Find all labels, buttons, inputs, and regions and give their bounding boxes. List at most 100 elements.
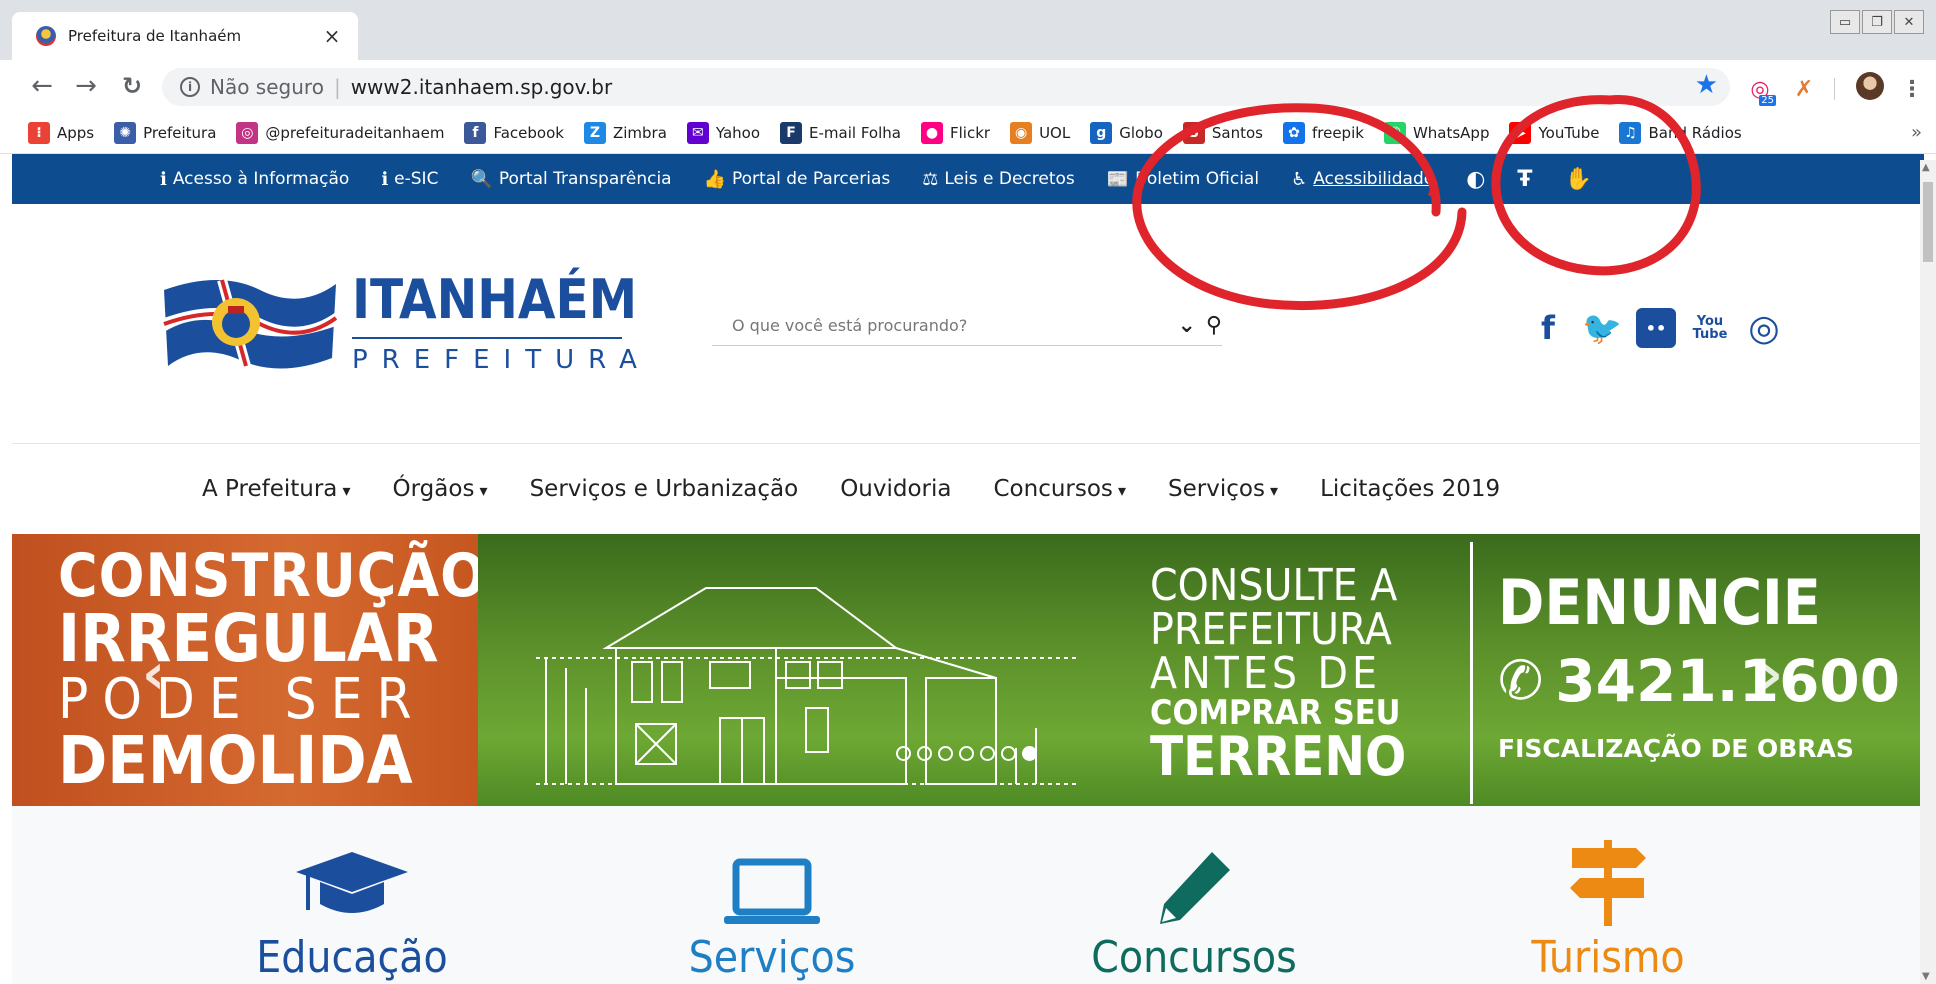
category-servicos[interactable]: Serviços — [622, 806, 922, 984]
site-brand[interactable]: ITANHAÉM PREFEITURA — [352, 268, 651, 375]
nav-label: Serviços e Urbanização — [529, 476, 799, 502]
bookmark-santos[interactable]: S Santos — [1182, 121, 1263, 144]
bookmark-label: Apps — [57, 123, 95, 142]
chevron-down-icon[interactable]: ⌄ — [1177, 313, 1195, 338]
apps-grid-icon: ⁝ — [28, 121, 50, 144]
nav-item-a-prefeitura[interactable]: A Prefeitura ▾ — [202, 476, 351, 502]
address-bar[interactable]: i Não seguro | www2.itanhaem.sp.gov.br ★ — [162, 68, 1730, 106]
topbar-link-acesso-a-informacao[interactable]: ℹ Acesso à Informação — [160, 169, 349, 190]
bookmark-prefeitura[interactable]: ✺ Prefeitura — [114, 121, 217, 144]
carousel-dot[interactable] — [1022, 746, 1037, 761]
bookmarks-more-button[interactable]: » — [1911, 122, 1922, 143]
bookmark-flickr[interactable]: ● Flickr — [920, 121, 990, 144]
contrast-toggle-icon[interactable]: ◐ — [1466, 167, 1485, 192]
page-scrollbar[interactable]: ▲ ▼ — [1920, 160, 1936, 984]
bookmark-whatsapp[interactable]: ✆ WhatsApp — [1383, 121, 1490, 144]
extension-icon[interactable]: ◎ 25 — [1746, 76, 1776, 106]
font-size-icon[interactable]: Ŧ — [1517, 167, 1532, 192]
minimize-button[interactable]: ▭ — [1830, 10, 1860, 34]
carousel-indicators — [896, 746, 1037, 761]
thumbs-up-icon: 👍 — [703, 168, 727, 190]
bookmark-e-mail-folha[interactable]: F E-mail Folha — [780, 121, 901, 144]
profile-avatar[interactable] — [1856, 72, 1884, 100]
carousel-dot[interactable] — [1001, 746, 1016, 761]
nav-item-licitacoes-2019[interactable]: Licitações 2019 — [1320, 476, 1500, 502]
carousel-dot[interactable] — [959, 746, 974, 761]
scrollbar-thumb[interactable] — [1923, 182, 1933, 262]
topbar-label: Acesso à Informação — [172, 169, 350, 189]
browser-tab[interactable]: Prefeitura de Itanhaém × — [12, 12, 358, 60]
facebook-icon[interactable]: f — [1528, 308, 1568, 348]
hero-banner[interactable]: CONSTRUÇÃO IRREGULAR PODE SER DEMOLIDA C… — [12, 534, 1924, 806]
page-content: ℹ Acesso à Informação ℹ e-SIC 🔍 Portal Transp… — [12, 154, 1924, 984]
carousel-dot[interactable] — [980, 746, 995, 761]
instagram-icon[interactable]: ◎ — [1744, 308, 1784, 349]
bookmark-label: E-mail Folha — [809, 123, 901, 142]
scroll-up-icon[interactable]: ▲ — [1922, 162, 1930, 173]
tools-extension-icon[interactable]: ✗ — [1790, 76, 1818, 102]
itanhaem-flag-logo[interactable] — [160, 266, 340, 384]
youtube-icon[interactable]: You Tube — [1690, 308, 1730, 348]
banner-middle-text: CONSULTE A PREFEITURA ANTES DE COMPRAR S… — [1150, 564, 1406, 784]
restore-button[interactable]: ❐ — [1862, 10, 1892, 34]
bookmark-apps[interactable]: ⁝ Apps — [28, 121, 95, 144]
category-educacao[interactable]: Educação — [202, 806, 502, 984]
newspaper-icon: 📰 — [1106, 168, 1130, 190]
category-concursos[interactable]: Concursos — [1044, 806, 1344, 984]
bookmark-freepik[interactable]: ✿ freepik — [1282, 121, 1364, 144]
search-input[interactable]: O que você está procurando? — [732, 316, 1167, 335]
carousel-dot[interactable] — [896, 746, 911, 761]
bookmark-prefeituradeitanhaem[interactable]: ◎ @prefeituradeitanhaem — [236, 121, 444, 144]
banner-mid-line-5: TERRENO — [1150, 725, 1407, 788]
topbar-link-boletim-oficial[interactable]: 📰 Boletim Oficial — [1107, 169, 1259, 190]
bookmark-globo[interactable]: g Globo — [1090, 121, 1163, 144]
banner-phone-number: 3421.1600 — [1555, 647, 1901, 715]
nav-item-ouvidoria[interactable]: Ouvidoria — [840, 476, 951, 502]
bookmark-star-icon[interactable]: ★ — [1695, 70, 1718, 100]
nav-item-servicos[interactable]: Serviços ▾ — [1168, 476, 1278, 502]
topbar-label: Boletim Oficial — [1135, 169, 1260, 189]
info-icon[interactable]: i — [180, 77, 200, 97]
tab-close-button[interactable]: × — [320, 24, 344, 48]
window-controls: ▭ ❐ ✕ — [1830, 10, 1924, 34]
bookmark-label: freepik — [1311, 123, 1364, 142]
reload-button[interactable]: ↻ — [116, 70, 148, 102]
topbar-link-portal-de-parcerias[interactable]: 👍 Portal de Parcerias — [704, 169, 891, 190]
bookmark-label: WhatsApp — [1412, 123, 1490, 142]
phone-icon: ✆ — [1498, 649, 1544, 712]
extension-badge: 25 — [1759, 95, 1776, 106]
category-turismo[interactable]: Turismo — [1458, 806, 1758, 984]
carousel-dot[interactable] — [917, 746, 932, 761]
bookmark-facebook[interactable]: f Facebook — [464, 121, 564, 144]
scroll-down-icon[interactable]: ▼ — [1922, 971, 1930, 982]
topbar-link-leis-e-decretos[interactable]: ⚖ Leis e Decretos — [922, 169, 1075, 190]
search-icon[interactable]: ⚲ — [1206, 313, 1222, 338]
bookmark-uol[interactable]: ◉ UOL — [1010, 121, 1070, 144]
sign-language-icon[interactable]: ✋ — [1564, 167, 1591, 192]
banner-divider — [1470, 542, 1473, 804]
nav-item-concursos[interactable]: Concursos ▾ — [993, 476, 1126, 502]
topbar-link-portal-transparencia[interactable]: 🔍 Portal Transparência — [470, 169, 671, 190]
topbar-link-acessibilidade[interactable]: ♿ Acessibilidade — [1291, 169, 1434, 190]
bookmark-yahoo[interactable]: ✉ Yahoo — [686, 121, 760, 144]
bookmark-zimbra[interactable]: Z Zimbra — [583, 121, 667, 144]
flickr-icon[interactable]: •• — [1636, 308, 1676, 348]
carousel-dot[interactable] — [938, 746, 953, 761]
close-window-button[interactable]: ✕ — [1894, 10, 1924, 34]
carousel-next-button[interactable]: › — [1760, 642, 1783, 707]
back-button[interactable]: ← — [26, 70, 58, 102]
security-label: Não seguro — [210, 75, 324, 99]
social-links: f 🐦 •• You Tube ◎ — [1528, 308, 1784, 349]
topbar-link-e-sic[interactable]: ℹ e-SIC — [381, 169, 438, 190]
site-search[interactable]: O que você está procurando? ⌄ ⚲ — [712, 306, 1222, 346]
nav-item-orgaos[interactable]: Órgãos ▾ — [393, 476, 488, 502]
nav-item-servicos-e-urbanizacao[interactable]: Serviços e Urbanização — [530, 476, 799, 502]
bookmark-label: Prefeitura — [143, 123, 217, 142]
twitter-icon[interactable]: 🐦 — [1582, 308, 1622, 348]
menu-icon[interactable]: ⋮ — [1898, 76, 1926, 102]
bookmark-label: Facebook — [493, 123, 564, 142]
carousel-prev-button[interactable]: ‹ — [142, 642, 165, 707]
forward-button[interactable]: → — [70, 70, 102, 102]
bookmark-band-r-dios[interactable]: ♫ Band Rádios — [1619, 121, 1742, 144]
bookmark-youtube[interactable]: ▶ YouTube — [1509, 121, 1599, 144]
